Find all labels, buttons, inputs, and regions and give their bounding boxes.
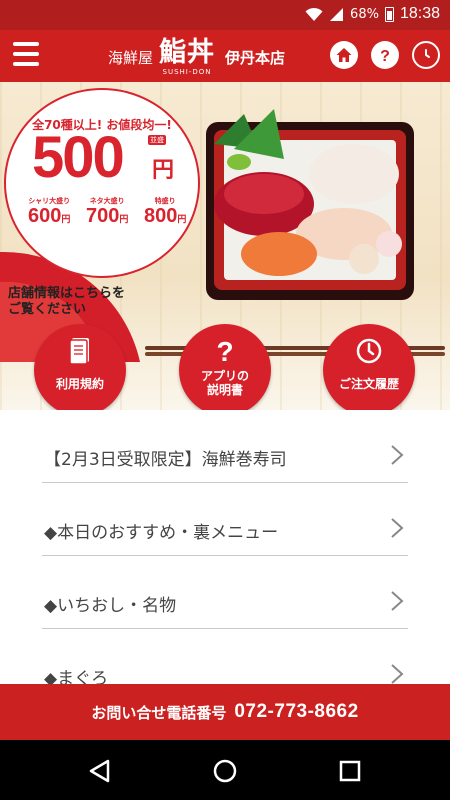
order-history-label: ご注文履歴: [338, 377, 399, 391]
document-icon: [69, 338, 89, 365]
brand-kanji: 鮨丼: [159, 37, 216, 68]
clock-icon: [356, 338, 382, 364]
home-icon[interactable]: [330, 41, 358, 69]
chevron-right-icon: [391, 518, 404, 538]
back-icon[interactable]: [87, 758, 113, 784]
app-guide-label: アプリの 説明書: [200, 369, 249, 397]
menu-list: 【2月3日受取限定】海鮮巻寿司 ◆本日のおすすめ・裏メニュー ◆いちおし・名物 …: [0, 410, 450, 684]
status-bar: 68% 18:38: [0, 0, 450, 30]
svg-text:?: ?: [380, 48, 390, 64]
wifi-icon: [305, 7, 323, 21]
chevron-right-icon: [391, 591, 404, 611]
tax-badge: 並盛: [148, 135, 166, 145]
menu-item-recommend[interactable]: ◆本日のおすすめ・裏メニュー: [0, 483, 450, 556]
sushi-bowl-image: [206, 109, 414, 300]
app-bar-actions: ?: [330, 41, 440, 69]
option-topping-large: ネタ大盛り 700円: [86, 197, 129, 227]
menu-item-ehomaki[interactable]: 【2月3日受取限定】海鮮巻寿司: [0, 410, 450, 483]
navigation-bar: [0, 740, 450, 800]
brand-romaji: SUSHI-DON: [162, 68, 212, 76]
store-name: 伊丹本店: [225, 48, 286, 67]
chevron-right-icon: [391, 445, 404, 465]
menu-item-tuna[interactable]: ◆まぐろ: [0, 629, 450, 684]
hero-banner: 全70種以上! お値段均一! 500 並盛 円 シャリ大盛り 600円 ネタ大盛…: [0, 82, 450, 410]
contact-label: お問い合せ電話番号: [91, 703, 227, 722]
menu-item-label: ◆いちおし・名物: [44, 596, 177, 616]
home-nav-icon[interactable]: [212, 758, 238, 784]
question-icon: ?: [216, 337, 233, 365]
menu-item-featured[interactable]: ◆いちおし・名物: [0, 556, 450, 629]
menu-item-label: ◆本日のおすすめ・裏メニュー: [44, 523, 279, 543]
price-badge: 全70種以上! お値段均一! 500 並盛 円 シャリ大盛り 600円 ネタ大盛…: [4, 88, 200, 278]
battery-icon: [384, 6, 394, 22]
chevron-right-icon: [391, 664, 404, 684]
brand-logo: 海鮮屋 鮨丼 SUSHI-DON 伊丹本店: [108, 37, 286, 77]
status-icons: 68% 18:38: [305, 5, 440, 23]
price-unit: 円: [152, 158, 175, 183]
promo-price: 500: [32, 125, 125, 190]
option-special: 特盛り 800円: [144, 197, 187, 227]
order-history-button[interactable]: ご注文履歴: [323, 324, 415, 410]
menu-icon[interactable]: [13, 42, 39, 68]
menu-item-label: 【2月3日受取限定】海鮮巻寿司: [44, 450, 287, 470]
menu-item-label: ◆まぐろ: [44, 669, 109, 684]
terms-label: 利用規約: [55, 377, 104, 391]
app-bar: 海鮮屋 鮨丼 SUSHI-DON 伊丹本店 ?: [0, 30, 450, 82]
option-rice-large: シャリ大盛り 600円: [28, 197, 71, 227]
store-info-text: 店舗情報はこちらを ご覧ください: [8, 286, 126, 317]
store-info-link[interactable]: 店舗情報はこちらを ご覧ください: [8, 286, 125, 318]
brand-mark: 鮨丼 SUSHI-DON: [159, 37, 216, 77]
signal-icon: [330, 7, 344, 21]
brand-prefix: 海鮮屋: [108, 48, 154, 67]
terms-button[interactable]: 利用規約: [34, 324, 126, 410]
help-icon[interactable]: ?: [371, 41, 399, 69]
recents-icon[interactable]: [337, 758, 363, 784]
battery-percent: 68%: [350, 6, 379, 22]
svg-text:?: ?: [216, 337, 233, 365]
status-time: 18:38: [399, 5, 440, 22]
app-guide-button[interactable]: ? アプリの 説明書: [179, 324, 271, 410]
contact-phone-button[interactable]: お問い合せ電話番号 072-773-8662: [0, 684, 450, 740]
contact-phone: 072-773-8662: [234, 701, 359, 722]
history-icon[interactable]: [412, 41, 440, 69]
